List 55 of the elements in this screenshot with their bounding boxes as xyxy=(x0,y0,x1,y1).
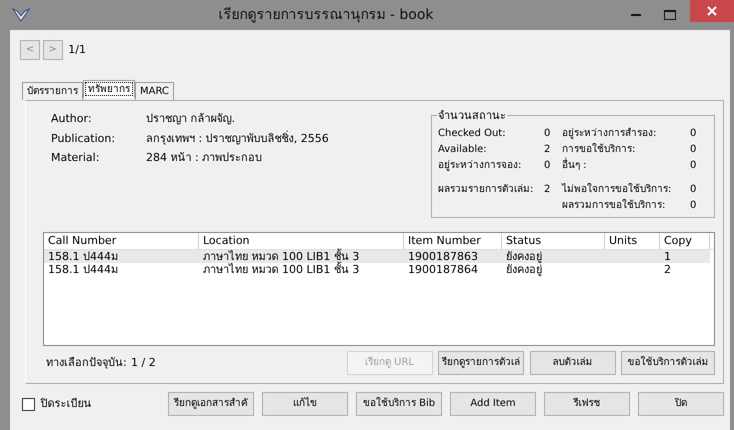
minimize-icon xyxy=(631,14,641,16)
field-label: Material: xyxy=(51,150,100,166)
checkbox-label: ปิดระเบียน xyxy=(40,396,92,412)
status-count: 0 xyxy=(690,199,698,213)
field-value: ลกรุงเทพฯ : ปราชญาพับบลิชชิ่ง, 2556 xyxy=(146,130,329,147)
close-record-checkbox[interactable] xyxy=(22,398,35,410)
current-option-label: ทางเลือกปัจจุบัน: xyxy=(46,354,128,371)
tab[interactable]: MARC xyxy=(135,82,174,100)
action-button[interactable]: ขอใช้บริการ Bib xyxy=(356,392,442,416)
status-label: Available: xyxy=(438,143,488,157)
status-count: 2 xyxy=(544,143,552,157)
record-position: 1/1 xyxy=(68,42,86,58)
status-count: 0 xyxy=(690,183,698,197)
maximize-icon xyxy=(664,10,676,20)
app-icon xyxy=(12,7,30,23)
status-label: ผลรวมการขอใช้บริการ: xyxy=(562,198,666,213)
tab[interactable]: ทรัพยากร xyxy=(83,80,135,98)
status-count: 0 xyxy=(690,143,698,157)
column-header[interactable]: Copy xyxy=(660,233,710,249)
status-count: 0 xyxy=(690,127,698,141)
action-button[interactable]: รียกดูรายการตัวเล่ xyxy=(438,351,524,375)
status-label: ผลรวมรายการตัวเล่ม: xyxy=(438,183,534,197)
close-icon xyxy=(707,6,717,16)
field-value: 284 หน้า : ภาพประกอบ xyxy=(146,150,264,166)
action-button[interactable]: รีเฟรช xyxy=(544,392,630,416)
column-header[interactable]: Call Number xyxy=(44,233,199,249)
action-button[interactable]: แก้ไข xyxy=(262,392,348,416)
status-label: อยู่ระหว่างการสำรอง: xyxy=(562,126,658,141)
current-option-value: 1 / 2 xyxy=(131,354,156,371)
status-count: 0 xyxy=(690,159,698,173)
column-header[interactable]: Location xyxy=(199,233,404,249)
status-count: 0 xyxy=(544,127,552,141)
table-row[interactable]: 158.1 ป444ม ภาษาไทย หมวด 100 LIB1 ชั้น 3 1900187863 ยังคงอยู่ 1 xyxy=(44,250,710,263)
action-button[interactable]: ขอใช้บริการตัวเล่ม xyxy=(621,351,715,375)
window-title: เรียกดูรายการบรรณานุกรม - book xyxy=(217,6,435,25)
action-button[interactable]: รียกดูเอกสารสำคั xyxy=(168,392,254,416)
action-button[interactable]: ปิด xyxy=(638,392,724,416)
tab[interactable]: บัตรรายการ xyxy=(22,82,83,100)
field-label: Publication: xyxy=(51,130,116,146)
status-label: อื่นๆ : xyxy=(562,158,690,173)
column-header[interactable]: Item Number xyxy=(404,233,502,249)
table-row[interactable]: 158.1 ป444ม ภาษาไทย หมวด 100 LIB1 ชั้น 3 1900187864 ยังคงอยู่ 2 xyxy=(44,263,710,276)
status-label: ไม่พอใจการขอใช้บริการ: xyxy=(562,182,672,197)
action-button[interactable]: Add Item xyxy=(450,392,536,416)
field-label: Author: xyxy=(51,111,93,127)
status-label: การขอใช้บริการ: xyxy=(562,142,636,157)
field-value: ปราชญา กล้าผจัญ. xyxy=(146,111,236,127)
column-header[interactable]: Status xyxy=(502,233,605,249)
action-button[interactable]: ลบตัวเล่ม xyxy=(530,351,616,375)
status-count: 2 xyxy=(544,183,552,197)
column-header[interactable]: Units xyxy=(605,233,660,249)
close-button[interactable] xyxy=(690,0,734,22)
status-count: 0 xyxy=(544,159,552,173)
status-label: Checked Out: xyxy=(438,127,507,141)
status-label: อยู่ระหว่างการจอง: xyxy=(438,159,522,173)
